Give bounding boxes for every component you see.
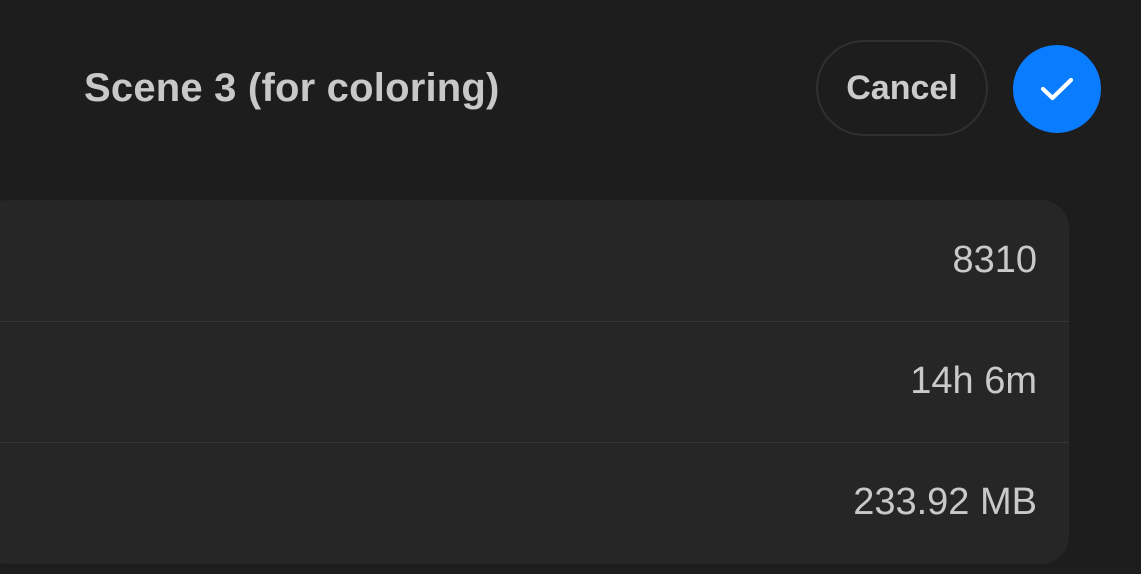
detail-value-duration: 14h 6m (910, 360, 1037, 402)
detail-value-size: 233.92 MB (853, 481, 1037, 523)
dialog-title: Scene 3 (for coloring) (84, 66, 500, 110)
detail-value-count: 8310 (952, 239, 1037, 281)
checkmark-icon (1039, 75, 1075, 103)
detail-row: 8310 (0, 200, 1069, 321)
confirm-button[interactable] (1013, 45, 1101, 133)
detail-row: 14h 6m (0, 321, 1069, 442)
detail-row: 233.92 MB (0, 442, 1069, 563)
cancel-button[interactable]: Cancel (816, 40, 988, 136)
details-card: 8310 14h 6m 233.92 MB (0, 200, 1069, 564)
dialog-header: Scene 3 (for coloring) Cancel (0, 0, 1141, 180)
